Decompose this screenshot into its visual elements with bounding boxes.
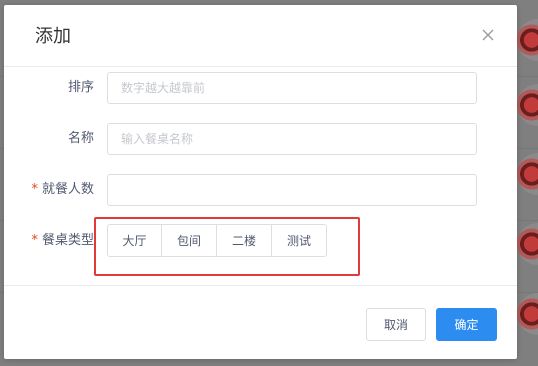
seats-input[interactable] bbox=[107, 174, 477, 206]
sort-label: 排序 bbox=[67, 80, 94, 95]
table-type-option[interactable]: 二楼 bbox=[216, 224, 272, 257]
background-thumbnail bbox=[517, 223, 538, 265]
required-asterisk: * bbox=[31, 233, 38, 248]
sort-input[interactable] bbox=[107, 72, 477, 104]
name-row: 名称 bbox=[4, 123, 517, 157]
table-type-option[interactable]: 测试 bbox=[271, 224, 327, 257]
table-type-option[interactable]: 包间 bbox=[161, 224, 217, 257]
confirm-button[interactable]: 确定 bbox=[436, 308, 497, 341]
table-type-label-text: 餐桌类型 bbox=[41, 233, 94, 248]
background-thumbnail bbox=[517, 19, 538, 61]
add-table-dialog: 添加 排序 名称 *就餐人数 *餐桌类型 大厅 包间 二楼 测试 取消 确定 bbox=[4, 5, 517, 359]
close-icon[interactable] bbox=[478, 25, 498, 45]
background-thumbnail bbox=[517, 153, 538, 195]
seats-row: * 就餐人数 bbox=[4, 174, 517, 208]
dialog-title: 添加 bbox=[35, 26, 71, 47]
table-name-input[interactable] bbox=[107, 123, 477, 155]
dialog-header: 添加 bbox=[4, 5, 517, 67]
background-thumbnail bbox=[517, 293, 538, 335]
seats-label: * 就餐人数 bbox=[31, 174, 94, 206]
seats-label-text: 就餐人数 bbox=[41, 182, 94, 197]
sort-row: 排序 bbox=[4, 72, 517, 106]
table-type-label: * 餐桌类型 bbox=[31, 225, 94, 257]
background-thumbnail bbox=[517, 84, 538, 126]
dialog-footer: 取消 确定 bbox=[4, 285, 517, 359]
table-type-option[interactable]: 大厅 bbox=[107, 224, 162, 257]
table-type-button-group: 大厅 包间 二楼 测试 bbox=[107, 224, 327, 257]
required-asterisk: * bbox=[31, 182, 38, 197]
cancel-button[interactable]: 取消 bbox=[366, 308, 426, 341]
name-label: 名称 bbox=[67, 131, 94, 146]
